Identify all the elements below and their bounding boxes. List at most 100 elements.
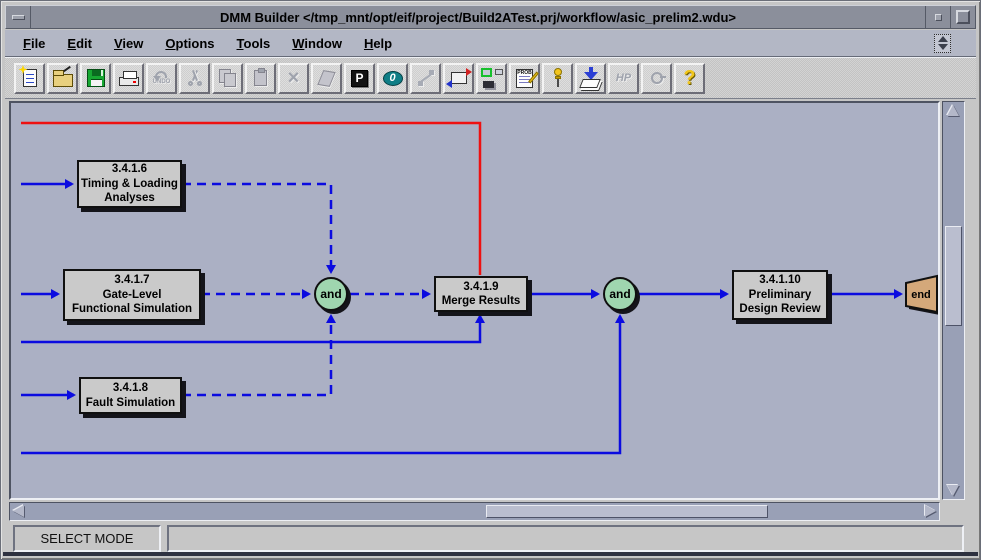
horizontal-scroll-thumb[interactable] xyxy=(486,505,768,518)
operation-node-icon: 0 xyxy=(383,71,403,86)
menu-window[interactable]: Window xyxy=(281,32,353,55)
scissors-icon xyxy=(187,70,203,86)
node-id: 3.4.1.7 xyxy=(67,273,197,287)
menubar: File Edit View Options Tools Window Help xyxy=(5,30,976,57)
help-icon: ? xyxy=(683,68,695,88)
menu-file[interactable]: File xyxy=(12,32,56,55)
and-label: and xyxy=(609,287,630,301)
node-label: Design Review xyxy=(736,302,824,316)
node-end[interactable]: end xyxy=(904,274,938,319)
node-label: Fault Simulation xyxy=(83,396,178,410)
help-button[interactable]: ? xyxy=(674,63,705,94)
minimize-icon xyxy=(935,14,942,21)
node-properties-button[interactable] xyxy=(443,63,474,94)
clipboard-icon xyxy=(254,70,267,86)
workflow-canvas[interactable]: 3.4.1.6 Timing & Loading Analyses 3.4.1.… xyxy=(18,104,938,496)
node-and-junction-2[interactable]: and xyxy=(603,277,637,311)
node-id: 3.4.1.6 xyxy=(81,162,178,176)
menu-view[interactable]: View xyxy=(103,32,154,55)
edge-timing-to-and1[interactable] xyxy=(182,184,331,272)
undo-button[interactable]: UNDO xyxy=(146,63,177,94)
spinner-down-icon xyxy=(938,44,948,50)
hp-tool-icon: HP xyxy=(616,72,631,84)
dmm-builder-window: DMM Builder </tmp_mnt/opt/eif/project/Bu… xyxy=(0,0,981,560)
save-floppy-icon xyxy=(87,69,105,87)
and-label: and xyxy=(320,287,341,301)
import-button[interactable] xyxy=(575,63,606,94)
menu-options[interactable]: Options xyxy=(154,32,225,55)
minimize-button[interactable] xyxy=(925,6,950,28)
node-label: Preliminary xyxy=(736,288,824,302)
node-label: Merge Results xyxy=(438,294,524,308)
connector-icon xyxy=(417,70,435,86)
paste-button[interactable] xyxy=(245,63,276,94)
pushpin-button[interactable] xyxy=(542,63,573,94)
hp-tool-button[interactable]: HP xyxy=(608,63,639,94)
copy-pages-icon xyxy=(219,69,237,87)
open-file-button[interactable] xyxy=(47,63,78,94)
pushpin-icon xyxy=(552,68,564,88)
vertical-scrollbar[interactable] xyxy=(942,101,965,500)
menubar-spinner[interactable] xyxy=(934,34,951,53)
node-label: Timing & Loading xyxy=(81,177,178,191)
view-tool-button[interactable] xyxy=(641,63,672,94)
open-folder-icon xyxy=(53,74,73,87)
status-message-box xyxy=(167,525,964,552)
vertical-scroll-thumb[interactable] xyxy=(945,226,962,326)
node-id: 3.4.1.8 xyxy=(83,381,178,395)
node-label: Functional Simulation xyxy=(67,302,197,316)
window-menu-button[interactable] xyxy=(6,6,31,28)
node-label: Gate-Level xyxy=(67,288,197,302)
spinner-up-icon xyxy=(938,36,948,42)
node-id: 3.4.1.9 xyxy=(438,280,524,294)
node-fault-simulation[interactable]: 3.4.1.8 Fault Simulation xyxy=(79,377,182,414)
node-and-junction-1[interactable]: and xyxy=(314,277,348,311)
page-tool-icon xyxy=(317,70,335,87)
menu-help[interactable]: Help xyxy=(353,32,403,55)
view-tool-icon xyxy=(651,72,663,84)
end-label: end xyxy=(911,289,931,301)
window-title: DMM Builder </tmp_mnt/opt/eif/project/Bu… xyxy=(31,10,925,25)
undo-icon: UNDO xyxy=(153,71,171,85)
scroll-down-arrow[interactable] xyxy=(947,485,959,496)
node-properties-icon xyxy=(451,72,467,84)
node-gate-level-functional-simulation[interactable]: 3.4.1.7 Gate-Level Functional Simulation xyxy=(63,269,201,321)
statusbar: SELECT MODE xyxy=(5,524,976,552)
node-label: Analyses xyxy=(81,191,178,205)
operation-node-button[interactable]: 0 xyxy=(377,63,408,94)
maximize-icon xyxy=(956,10,970,24)
maximize-button[interactable] xyxy=(950,6,975,28)
process-node-icon: P xyxy=(351,70,368,87)
workflow-canvas-frame: 3.4.1.6 Timing & Loading Analyses 3.4.1.… xyxy=(9,101,940,500)
node-preliminary-design-review[interactable]: 3.4.1.10 Preliminary Design Review xyxy=(732,270,828,320)
window-menu-icon xyxy=(12,15,25,20)
node-merge-results[interactable]: 3.4.1.9 Merge Results xyxy=(434,276,528,312)
titlebar: DMM Builder </tmp_mnt/opt/eif/project/Bu… xyxy=(5,5,976,29)
scroll-up-arrow[interactable] xyxy=(947,105,959,116)
new-file-icon xyxy=(23,69,37,87)
scroll-left-arrow[interactable] xyxy=(13,505,24,517)
print-button[interactable] xyxy=(113,63,144,94)
subworkflow-button[interactable] xyxy=(476,63,507,94)
prob-editor-button[interactable]: PROB xyxy=(509,63,540,94)
subworkflow-icon xyxy=(481,68,503,88)
page-tool-button[interactable] xyxy=(311,63,342,94)
new-file-button[interactable] xyxy=(14,63,45,94)
copy-button[interactable] xyxy=(212,63,243,94)
connector-tool-button[interactable] xyxy=(410,63,441,94)
save-file-button[interactable] xyxy=(80,63,111,94)
status-mode-box: SELECT MODE xyxy=(13,525,161,552)
process-node-button[interactable]: P xyxy=(344,63,375,94)
menu-edit[interactable]: Edit xyxy=(56,32,103,55)
scroll-right-arrow[interactable] xyxy=(925,505,936,517)
node-timing-loading-analyses[interactable]: 3.4.1.6 Timing & Loading Analyses xyxy=(77,160,182,208)
window-bottom-frame xyxy=(3,552,978,556)
status-mode-text: SELECT MODE xyxy=(41,531,134,546)
cut-button[interactable] xyxy=(179,63,210,94)
horizontal-scrollbar[interactable] xyxy=(9,502,940,521)
edge-fault-to-and1[interactable] xyxy=(182,316,331,395)
toolbar: UNDO × P 0 xyxy=(5,57,976,99)
import-stack-icon xyxy=(580,67,602,89)
delete-button[interactable]: × xyxy=(278,63,309,94)
menu-tools[interactable]: Tools xyxy=(226,32,282,55)
